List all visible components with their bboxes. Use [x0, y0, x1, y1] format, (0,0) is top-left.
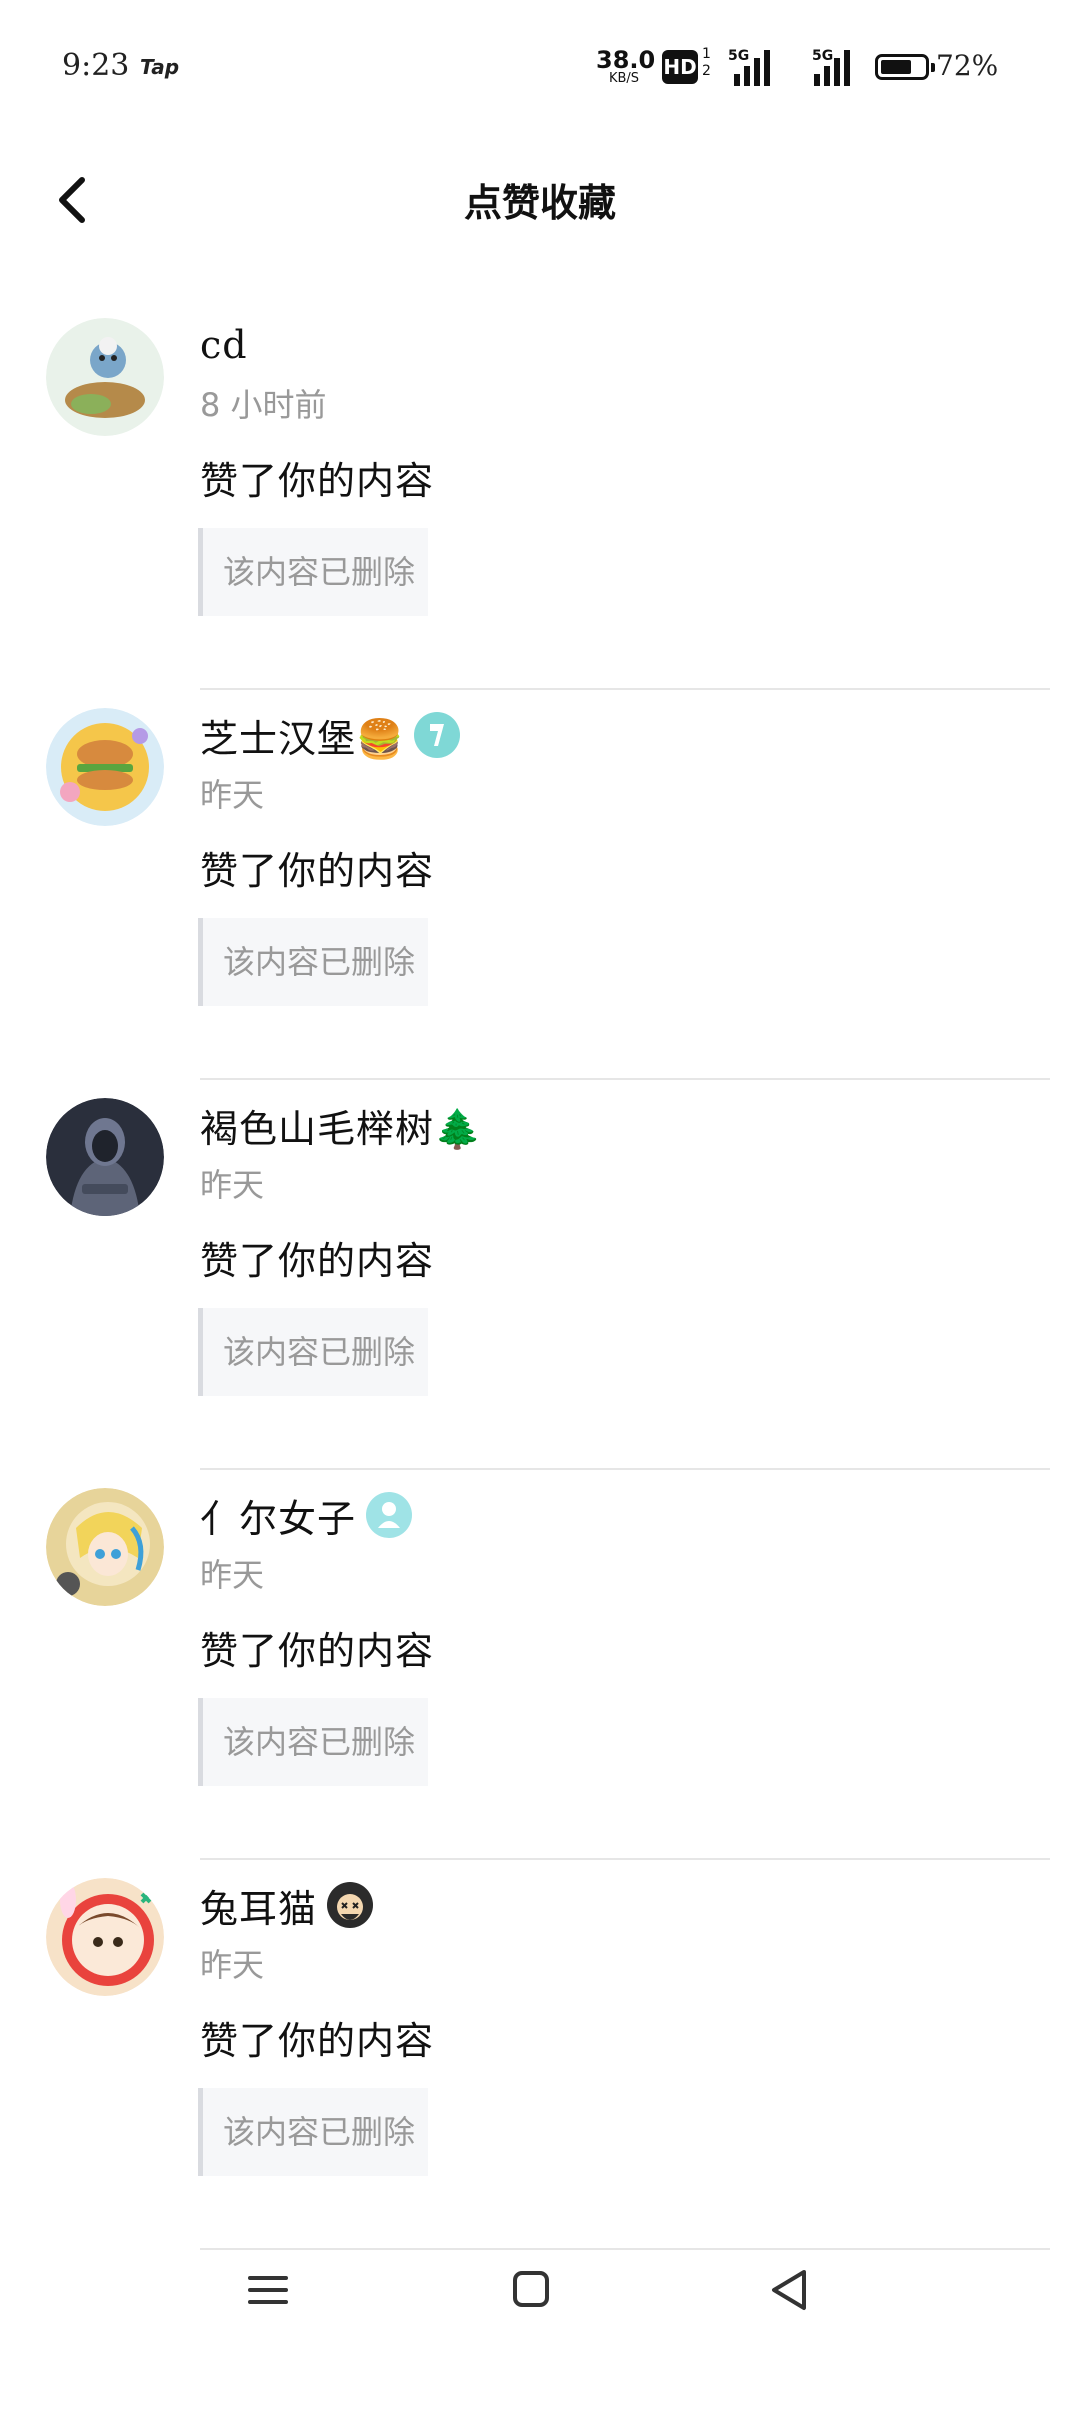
- quoted-content[interactable]: 该内容已删除: [198, 918, 428, 1006]
- avatar[interactable]: [46, 708, 164, 826]
- hd-sim-1: 1: [702, 46, 711, 62]
- quoted-content[interactable]: 该内容已删除: [198, 528, 428, 616]
- timestamp: 昨天: [200, 1946, 265, 1984]
- system-navigation-bar: [0, 2230, 1080, 2350]
- menu-button[interactable]: [228, 2250, 308, 2330]
- action-text: 赞了你的内容: [200, 1239, 435, 1283]
- avatar[interactable]: [46, 1878, 164, 1996]
- hd-sim-indicator: 1 2: [702, 46, 711, 80]
- timestamp: 昨天: [200, 776, 265, 814]
- action-text: 赞了你的内容: [200, 1629, 435, 1673]
- list-item[interactable]: cd 8 小时前 赞了你的内容 该内容已删除: [0, 300, 1080, 690]
- signal-sim2-icon: 5G: [806, 48, 860, 86]
- name-row: 兔耳猫: [200, 1878, 374, 1933]
- user-name[interactable]: 褐色山毛榉树🌲: [200, 1098, 482, 1153]
- dark-dizzy-face-badge-icon: [327, 1882, 374, 1928]
- signal-sim1-icon: 5G: [728, 48, 782, 86]
- timestamp: 8 小时前: [200, 386, 327, 424]
- network-speed: 38.0 KB/S: [596, 46, 656, 85]
- menu-icon: [248, 2276, 288, 2304]
- header: 点赞收藏: [0, 150, 1080, 250]
- status-bar: 9:23 Tap 38.0 KB/S HD 1 2 5G 5G 72%: [0, 0, 1080, 130]
- avatar[interactable]: [46, 1488, 164, 1606]
- signal-sim1-label: 5G: [728, 48, 750, 64]
- name-row: cd: [200, 320, 248, 370]
- name-row: 芝士汉堡🍔: [200, 708, 461, 763]
- action-text: 赞了你的内容: [200, 2019, 435, 2063]
- signal-sim2-label: 5G: [812, 48, 834, 64]
- user-name[interactable]: 亻尔女子: [200, 1488, 356, 1543]
- battery-percent: 72%: [936, 49, 999, 82]
- user-name[interactable]: cd: [200, 323, 248, 367]
- timestamp: 昨天: [200, 1166, 265, 1204]
- list-item[interactable]: 兔耳猫 昨天 赞了你的内容 该内容已删除: [0, 1860, 1080, 2250]
- page-title: 点赞收藏: [463, 181, 616, 225]
- home-button[interactable]: [490, 2250, 570, 2330]
- status-time: 9:23: [62, 48, 130, 83]
- tap-app-icon: Tap: [140, 55, 180, 79]
- home-square-icon: [513, 2271, 549, 2307]
- quoted-content[interactable]: 该内容已删除: [198, 1698, 428, 1786]
- battery-icon: [875, 54, 935, 80]
- network-speed-value: 38.0: [596, 46, 656, 74]
- teal-level-badge-icon: [414, 712, 461, 758]
- user-name[interactable]: 芝士汉堡🍔: [200, 708, 404, 763]
- avatar[interactable]: [46, 318, 164, 436]
- list-item[interactable]: 亻尔女子 昨天 赞了你的内容 该内容已删除: [0, 1470, 1080, 1860]
- quoted-content[interactable]: 该内容已删除: [198, 1308, 428, 1396]
- quoted-content[interactable]: 该内容已删除: [198, 2088, 428, 2176]
- avatar[interactable]: [46, 1098, 164, 1216]
- list-item[interactable]: 芝士汉堡🍔 昨天 赞了你的内容 该内容已删除: [0, 690, 1080, 1080]
- name-row: 褐色山毛榉树🌲: [200, 1098, 482, 1153]
- hd-voice-icon: HD: [662, 50, 698, 84]
- action-text: 赞了你的内容: [200, 459, 435, 503]
- notification-list: cd 8 小时前 赞了你的内容 该内容已删除 芝士汉堡🍔 昨天 赞了你的内容 该…: [0, 300, 1080, 2250]
- list-item[interactable]: 褐色山毛榉树🌲 昨天 赞了你的内容 该内容已删除: [0, 1080, 1080, 1470]
- back-triangle-icon: [772, 2270, 806, 2310]
- user-name[interactable]: 兔耳猫: [200, 1878, 317, 1933]
- action-text: 赞了你的内容: [200, 849, 435, 893]
- hd-sim-2: 2: [702, 63, 711, 79]
- teal-level-badge-icon: [366, 1492, 413, 1538]
- timestamp: 昨天: [200, 1556, 265, 1594]
- system-back-button[interactable]: [750, 2250, 830, 2330]
- name-row: 亻尔女子: [200, 1488, 413, 1543]
